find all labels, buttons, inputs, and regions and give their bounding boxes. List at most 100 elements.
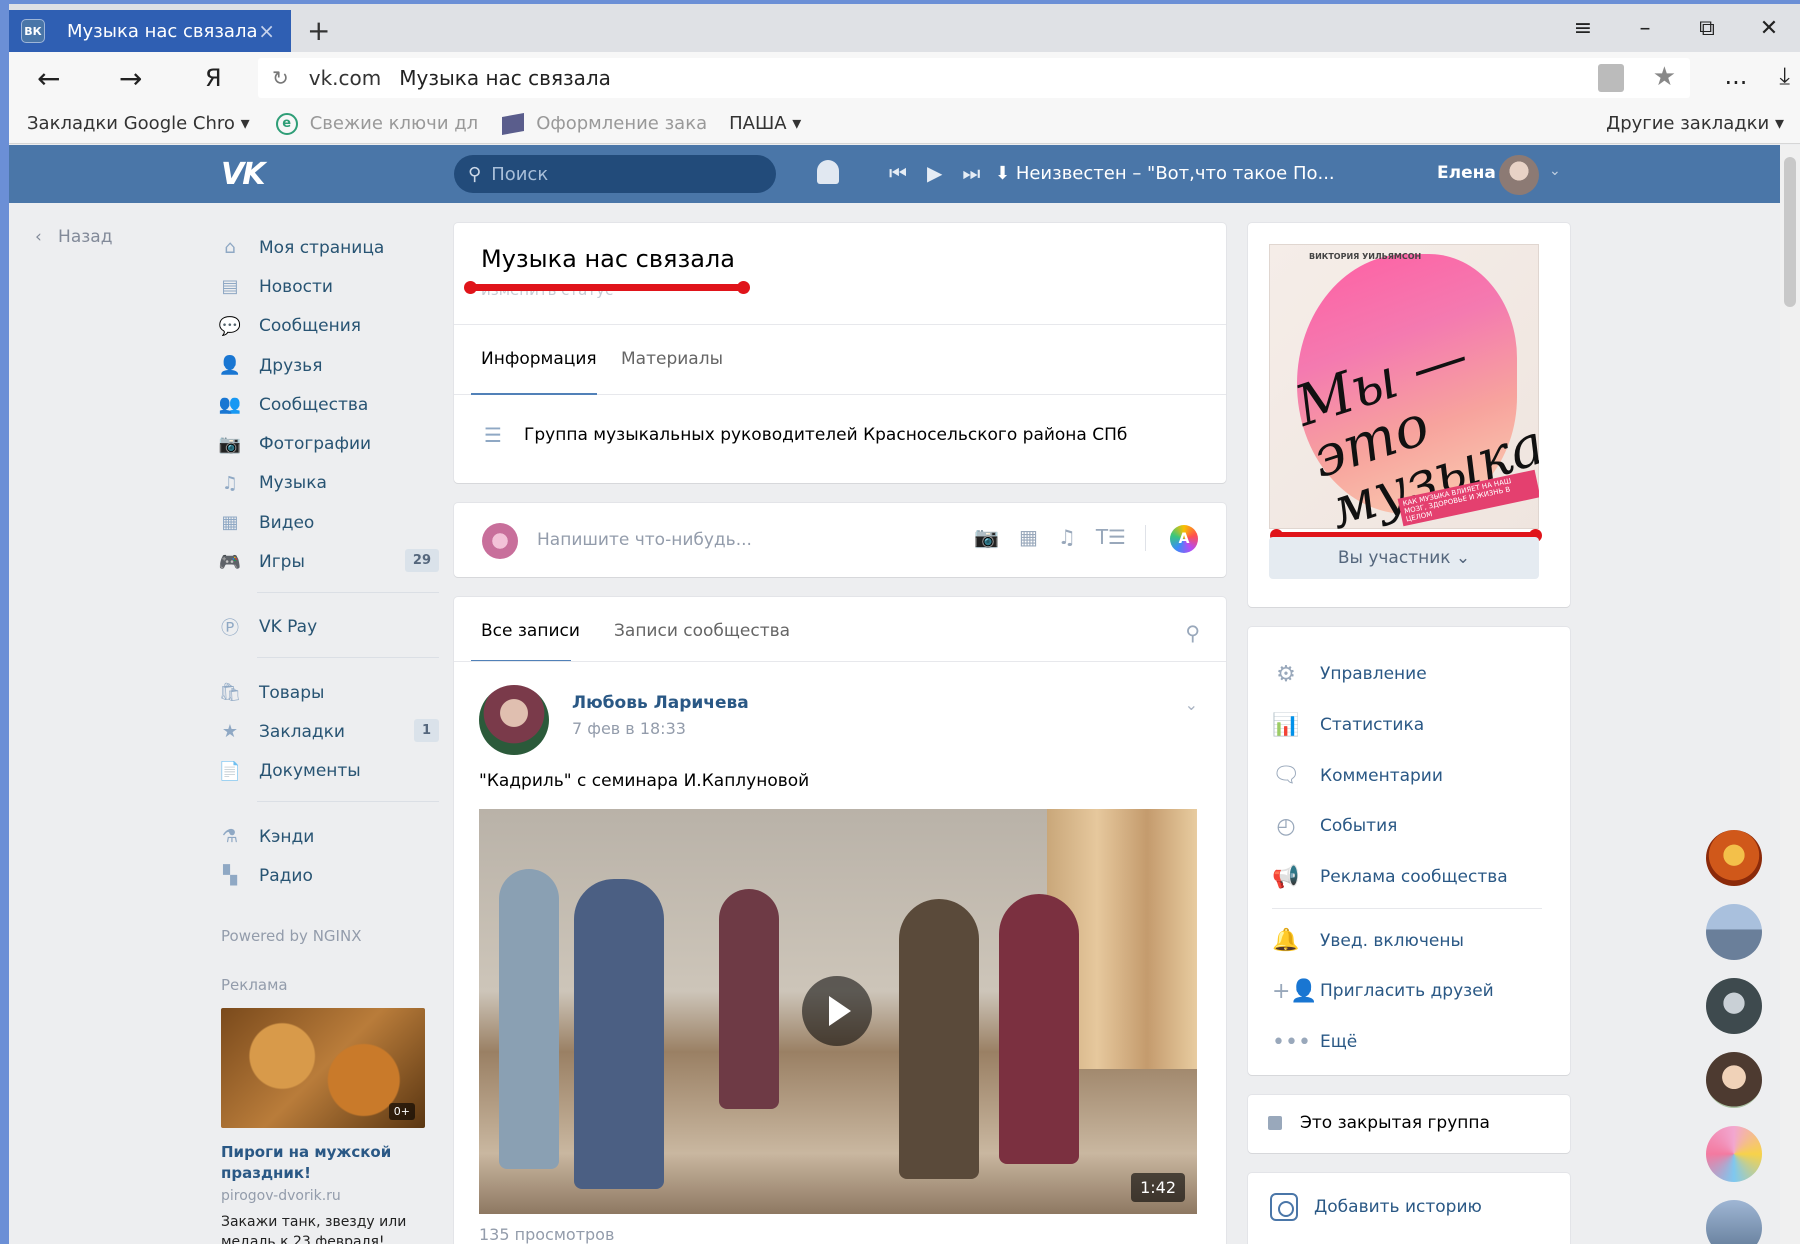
divider bbox=[257, 656, 439, 658]
user-name[interactable]: Елена bbox=[1437, 163, 1496, 183]
sidebar-item[interactable]: 🎮 Игры 29 bbox=[219, 542, 439, 581]
bookmark-design-order[interactable]: Оформление зака bbox=[502, 112, 707, 135]
sidebar-item[interactable]: 💬 Сообщения bbox=[219, 307, 439, 346]
avatar[interactable] bbox=[1499, 155, 1539, 195]
music-icon[interactable]: ♫ bbox=[1058, 525, 1076, 549]
tab-community-posts[interactable]: Записи сообщества bbox=[614, 621, 790, 641]
chat-avatar[interactable] bbox=[1706, 1126, 1762, 1182]
vk-logo[interactable]: VK bbox=[221, 157, 265, 192]
camera-icon[interactable]: 📷 bbox=[974, 525, 999, 549]
browser-menu-icon[interactable]: ≡ bbox=[1552, 16, 1614, 41]
group-action-item[interactable]: ⚙ Управление bbox=[1272, 649, 1542, 700]
download-icon[interactable]: ⤓ bbox=[1779, 62, 1790, 90]
search-input[interactable]: ⚲ Поиск bbox=[454, 155, 776, 193]
post-text: "Кадриль" с семинара И.Каплуновой bbox=[479, 771, 810, 791]
new-tab-button[interactable]: + bbox=[307, 14, 330, 47]
sidebar-item[interactable]: ★ Закладки 1 bbox=[219, 712, 439, 751]
divider bbox=[257, 800, 439, 802]
bell-icon[interactable] bbox=[817, 160, 839, 184]
invite-icon: +👤 bbox=[1272, 978, 1318, 1004]
tab-all-posts[interactable]: Все записи bbox=[481, 621, 580, 641]
back-link[interactable]: ‹ Назад bbox=[35, 227, 112, 247]
sidebar-item[interactable]: ▚ Радио bbox=[219, 856, 439, 895]
toolbar-right: ... ⤓ bbox=[1725, 62, 1791, 90]
forward-arrow-icon[interactable]: → bbox=[119, 62, 142, 95]
group-action-item[interactable]: ••• Ещё bbox=[1272, 1017, 1542, 1068]
group-action-item[interactable]: ◴ События bbox=[1272, 801, 1542, 852]
ad-title[interactable]: Пироги на мужской праздник! bbox=[221, 1142, 425, 1184]
post-author[interactable]: Любовь Ларичева bbox=[572, 693, 749, 713]
chat-avatar[interactable] bbox=[1706, 978, 1762, 1034]
group-action-item[interactable]: 📢 Реклама сообщества bbox=[1272, 852, 1542, 903]
bookmark-google-chrome[interactable]: Закладки Google Chro ▾ bbox=[27, 113, 250, 134]
page-scrollbar[interactable] bbox=[1780, 145, 1800, 1244]
tab-materials[interactable]: Материалы bbox=[621, 349, 723, 369]
lock-icon[interactable] bbox=[1598, 64, 1624, 92]
next-track-icon[interactable]: ⏭ bbox=[962, 161, 980, 185]
reload-icon[interactable]: ↻ bbox=[272, 66, 289, 90]
sidebar-item[interactable]: ▦ Видео bbox=[219, 503, 439, 542]
star-icon[interactable]: ★ bbox=[1653, 62, 1676, 92]
events-icon: ◴ bbox=[1276, 813, 1296, 839]
browser-tab[interactable]: ВК Музыка нас связала × bbox=[9, 10, 291, 52]
chat-avatar[interactable] bbox=[1706, 1200, 1762, 1244]
more-dots-icon[interactable]: ... bbox=[1725, 62, 1748, 90]
group-action-item[interactable]: 📊 Статистика bbox=[1272, 700, 1542, 751]
sidebar-item[interactable]: ▤ Новости bbox=[219, 267, 439, 306]
play-icon[interactable]: ▶ bbox=[927, 161, 942, 185]
sidebar-item[interactable]: 📷 Фотографии bbox=[219, 424, 439, 463]
ad-image[interactable]: 0+ bbox=[221, 1008, 425, 1128]
article-icon[interactable]: T☰ bbox=[1096, 525, 1126, 549]
video-player[interactable]: 1:42 bbox=[479, 809, 1197, 1214]
bookmark-pasha-folder[interactable]: ПАША ▾ bbox=[729, 113, 801, 134]
vk-header: VK ⚲ Поиск ⏮ ▶ ⏭ ⬇ Неизвестен – "Вот,что… bbox=[9, 145, 1800, 203]
back-arrow-icon[interactable]: ← bbox=[37, 62, 60, 95]
sidebar-item[interactable]: 🛍 Товары bbox=[219, 673, 439, 712]
search-icon[interactable]: ⚲ bbox=[1185, 621, 1200, 645]
counter-badge: 29 bbox=[404, 549, 439, 573]
play-icon[interactable] bbox=[802, 976, 872, 1046]
chevron-down-icon[interactable]: ⌄ bbox=[1185, 695, 1198, 714]
close-window-icon[interactable]: ✕ bbox=[1738, 16, 1800, 41]
chat-avatar[interactable] bbox=[1706, 1052, 1762, 1108]
yandex-icon[interactable]: Я bbox=[205, 64, 222, 92]
vkpay-icon: Ⓟ bbox=[221, 618, 239, 640]
tab-information[interactable]: Информация bbox=[481, 349, 597, 369]
post-input[interactable]: Напишите что-нибудь... bbox=[537, 530, 752, 550]
group-action-item[interactable]: +👤 Пригласить друзей bbox=[1272, 966, 1542, 1017]
comment-icon: 🗨 bbox=[1272, 763, 1300, 789]
group-action-item[interactable]: 🗨 Комментарии bbox=[1272, 750, 1542, 801]
ads-icon[interactable]: A bbox=[1170, 525, 1198, 553]
sidebar-item[interactable]: ♫ Музыка bbox=[219, 464, 439, 503]
book-author: ВИКТОРИЯ УИЛЬЯМСОН bbox=[1309, 252, 1422, 261]
sidebar-item[interactable]: ⚗ Кэнди bbox=[219, 817, 439, 856]
sidebar-item[interactable]: ⌂ Моя страница bbox=[219, 228, 439, 267]
bookmark-fresh-keys[interactable]: e Свежие ключи дл bbox=[275, 112, 478, 135]
sidebar-item[interactable]: 👤 Друзья bbox=[219, 346, 439, 385]
restore-icon[interactable]: ⧉ bbox=[1676, 16, 1738, 41]
add-story-button[interactable]: Добавить историю bbox=[1270, 1193, 1482, 1221]
url-field[interactable]: ↻ vk.com Музыка нас связала ★ bbox=[258, 58, 1690, 98]
other-bookmarks[interactable]: Другие закладки ▾ bbox=[1606, 113, 1784, 134]
sidebar-item[interactable]: 👥 Сообщества bbox=[219, 385, 439, 424]
group-action-item[interactable]: 🔔 Увед. включены bbox=[1272, 915, 1542, 966]
post-date[interactable]: 7 фев в 18:33 bbox=[572, 719, 686, 738]
attach-icons: 📷 ▦ ♫ T☰ bbox=[974, 525, 1126, 549]
now-playing-track[interactable]: ⬇ Неизвестен – "Вот,что такое По... bbox=[995, 163, 1335, 184]
scrollbar-thumb[interactable] bbox=[1784, 157, 1796, 307]
sidebar-item[interactable]: Ⓟ VK Pay bbox=[219, 608, 439, 647]
chevron-down-icon[interactable]: ⌄ bbox=[1549, 163, 1561, 179]
ad-domain[interactable]: pirogov-dvorik.ru bbox=[221, 1188, 341, 1204]
minimize-icon[interactable]: – bbox=[1614, 16, 1676, 41]
chat-avatar[interactable] bbox=[1706, 904, 1762, 960]
video-icon[interactable]: ▦ bbox=[1019, 525, 1038, 549]
previous-track-icon[interactable]: ⏮ bbox=[889, 161, 907, 185]
group-avatar[interactable]: ВИКТОРИЯ УИЛЬЯМСОН Мы — это музыка КАК М… bbox=[1269, 244, 1539, 529]
sidebar-item[interactable]: 📄 Документы bbox=[219, 752, 439, 791]
ad-label: Реклама bbox=[221, 976, 288, 994]
close-tab-icon[interactable]: × bbox=[258, 19, 275, 43]
chat-avatar[interactable] bbox=[1706, 830, 1762, 886]
member-button[interactable]: Вы участник ⌄ bbox=[1269, 537, 1539, 579]
avatar[interactable] bbox=[479, 685, 549, 755]
video-frame-person bbox=[899, 899, 979, 1179]
